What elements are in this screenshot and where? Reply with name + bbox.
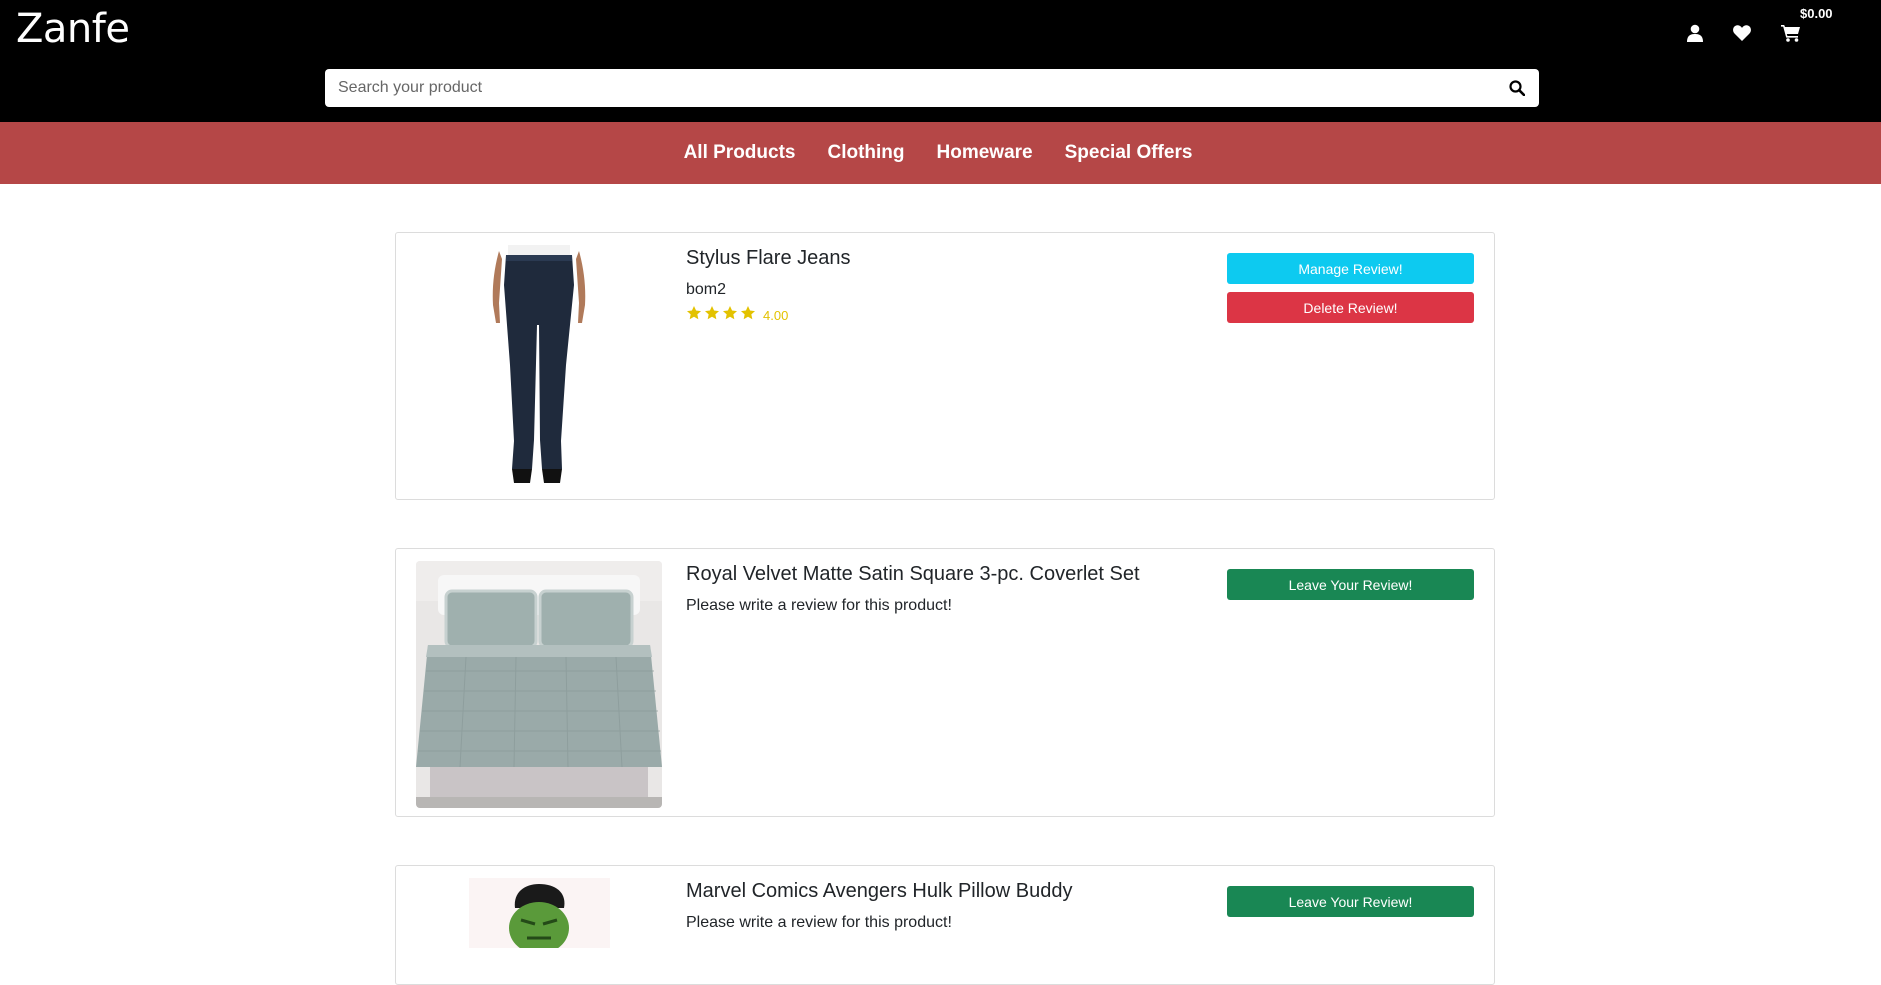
product-image-hulk-pillow[interactable] <box>469 878 610 948</box>
star-icon <box>722 305 738 326</box>
search-input[interactable] <box>325 69 1495 107</box>
nav-item-clothing[interactable]: Clothing <box>827 142 904 164</box>
nav-item-special-offers[interactable]: Special Offers <box>1065 142 1193 164</box>
nav-item-homeware[interactable]: Homeware <box>937 142 1033 164</box>
leave-review-button[interactable]: Leave Your Review! <box>1227 886 1474 917</box>
header: Zanfe $0.00 <box>0 0 1881 122</box>
product-image-coverlet[interactable] <box>416 561 662 808</box>
delete-review-button[interactable]: Delete Review! <box>1227 292 1474 323</box>
user-icon[interactable] <box>1684 22 1706 44</box>
rating-value: 4.00 <box>763 308 789 323</box>
review-prompt: Please write a review for this product! <box>686 914 952 931</box>
review-card: Marvel Comics Avengers Hulk Pillow Buddy… <box>395 865 1495 985</box>
brand-logo[interactable]: Zanfe <box>16 6 130 52</box>
cart-total: $0.00 <box>1800 6 1833 21</box>
product-image-jeans[interactable] <box>416 245 662 492</box>
product-title[interactable]: Royal Velvet Matte Satin Square 3-pc. Co… <box>686 563 1140 586</box>
star-icon <box>740 305 756 326</box>
manage-review-button[interactable]: Manage Review! <box>1227 253 1474 284</box>
heart-icon[interactable] <box>1731 22 1753 44</box>
review-card: Stylus Flare Jeans bom2 4.00 Manage Revi… <box>395 232 1495 500</box>
cart-icon[interactable] <box>1780 22 1802 44</box>
review-card: Royal Velvet Matte Satin Square 3-pc. Co… <box>395 548 1495 817</box>
star-icon <box>686 305 702 326</box>
leave-review-button[interactable]: Leave Your Review! <box>1227 569 1474 600</box>
reviewer-name: bom2 <box>686 281 727 298</box>
star-rating: 4.00 <box>686 305 788 326</box>
review-prompt: Please write a review for this product! <box>686 597 952 614</box>
product-title[interactable]: Marvel Comics Avengers Hulk Pillow Buddy <box>686 880 1072 903</box>
search-icon[interactable] <box>1495 69 1539 107</box>
search-bar <box>325 69 1539 107</box>
product-title[interactable]: Stylus Flare Jeans <box>686 247 851 270</box>
nav-item-all-products[interactable]: All Products <box>684 142 796 164</box>
star-icon <box>704 305 720 326</box>
category-nav: All Products Clothing Homeware Special O… <box>0 122 1881 184</box>
